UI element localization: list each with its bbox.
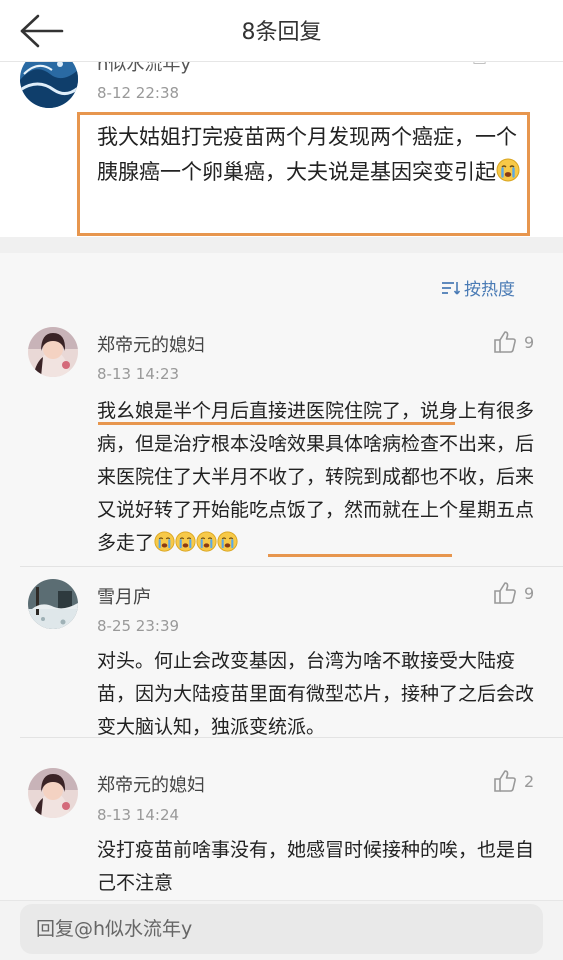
sort-row: 按热度: [0, 253, 563, 313]
list-item: 郑帝元的媳妇 9 8-13 14:23 我幺娘是半个月后直接进医院住院了，说身上…: [0, 313, 563, 566]
comment-user[interactable]: 雪月庐: [97, 583, 151, 609]
reply-bar: [0, 900, 563, 960]
reply-input[interactable]: [20, 904, 543, 954]
root-comment: h似水流年y ▭ ⋯ ⌃ 8-12 22:38 我大姑姐打完疫苗两个月发现两个癌…: [0, 62, 563, 237]
comment-text: 没打疫苗前啥事没有，她感冒时候接种的唉，也是自己不注意: [97, 839, 535, 894]
like-button[interactable]: 2: [492, 768, 534, 794]
crying-emoji-icon: [154, 531, 175, 552]
comment-user[interactable]: 郑帝元的媳妇: [97, 771, 205, 797]
root-comment-time: 8-12 22:38: [97, 84, 180, 102]
avatar[interactable]: [28, 327, 78, 377]
thumbs-up-icon: [492, 768, 518, 794]
thumbs-up-icon: [492, 580, 518, 606]
crying-emoji-icon: [196, 531, 217, 552]
avatar[interactable]: [20, 62, 78, 108]
reply-list: 郑帝元的媳妇 9 8-13 14:23 我幺娘是半个月后直接进医院住院了，说身上…: [0, 313, 563, 900]
underline-highlight: [98, 422, 455, 425]
crying-emoji-icon: [175, 531, 196, 552]
crying-emoji-icon: [496, 158, 520, 182]
avatar[interactable]: [28, 768, 78, 818]
list-item: 郑帝元的媳妇 2 8-13 14:24 没打疫苗前啥事没有，她感冒时候接种的唉，…: [0, 738, 563, 900]
underline-highlight: [268, 554, 452, 557]
crying-emoji-icon: [217, 531, 238, 552]
like-count: 9: [524, 583, 535, 603]
comment-time: 8-25 23:39: [97, 617, 180, 635]
sort-by-popularity-button[interactable]: 按热度: [440, 275, 515, 300]
more-icon[interactable]: ▭ ⋯ ⌃: [472, 62, 547, 69]
sort-label: 按热度: [464, 280, 515, 300]
sort-icon: [442, 281, 460, 295]
comment-time: 8-13 14:24: [97, 806, 180, 824]
like-count: 9: [524, 332, 535, 352]
comment-text: 我幺娘是半个月后直接进医院住院了，说身上有很多病，但是治疗根本没啥效果具体啥病检…: [97, 400, 535, 554]
like-button[interactable]: 9: [492, 329, 534, 355]
comment-text: 对头。何止会改变基因，台湾为啥不敢接受大陆疫苗，因为大陆疫苗里面有微型芯片，接种…: [97, 650, 535, 738]
root-comment-user[interactable]: h似水流年y: [97, 62, 191, 76]
back-arrow-icon[interactable]: [14, 12, 68, 50]
section-divider: [0, 237, 563, 253]
thumbs-up-icon: [492, 329, 518, 355]
comment-time: 8-13 14:23: [97, 365, 180, 383]
comment-user[interactable]: 郑帝元的媳妇: [97, 331, 205, 357]
top-bar: 8条回复: [0, 0, 563, 62]
like-button[interactable]: 9: [492, 580, 534, 606]
root-comment-text: 我大姑姐打完疫苗两个月发现两个癌症，一个胰腺癌一个卵巢癌，大夫说是基因突变引起: [97, 120, 527, 190]
page-title: 8条回复: [241, 20, 322, 45]
avatar[interactable]: [28, 579, 78, 629]
list-item: 雪月庐 9 8-25 23:39 对头。何止会改变基因，台湾为啥不敢接受大陆疫苗…: [0, 567, 563, 738]
like-count: 2: [524, 771, 535, 791]
